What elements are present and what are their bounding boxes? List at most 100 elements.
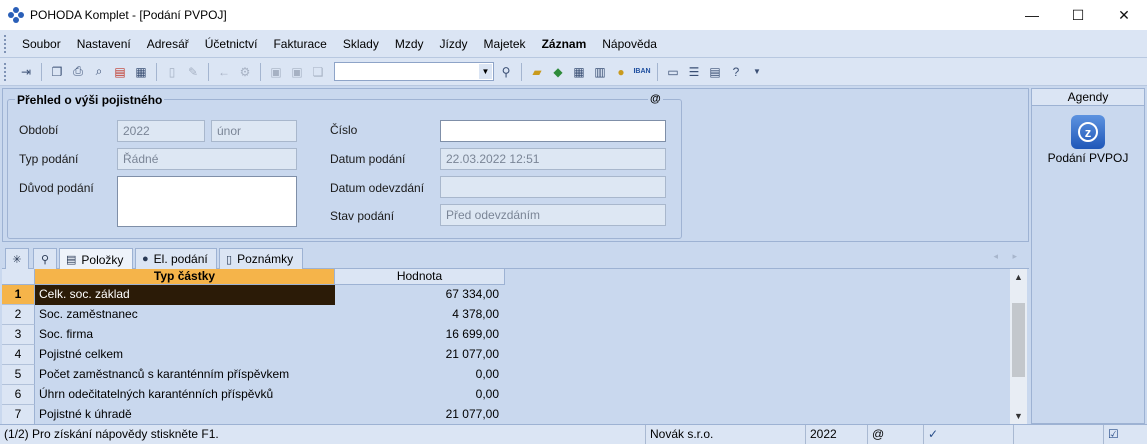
- table-row[interactable]: 2 Soc. zaměstnanec 4 378,00: [2, 305, 1010, 325]
- status-empty: [1013, 425, 1103, 444]
- stav-podani-field[interactable]: Před odevzdáním: [440, 204, 666, 226]
- cislo-label: Číslo: [330, 123, 358, 137]
- money-icon[interactable]: ◆: [549, 63, 567, 81]
- grid-header-rownum[interactable]: [2, 269, 35, 285]
- document-icon[interactable]: ▯: [163, 63, 181, 81]
- table-row[interactable]: 3 Soc. firma 16 699,00: [2, 325, 1010, 345]
- copy-icon[interactable]: ❐: [48, 63, 66, 81]
- grid-vertical-scrollbar[interactable]: ▲ ▼: [1010, 269, 1027, 424]
- folder-icon[interactable]: ▰: [528, 63, 546, 81]
- tabs-bar: ✳ ⚲ ▤ Položky ● El. podání ▯ Poznámky ◂ …: [2, 245, 1029, 270]
- close-button[interactable]: ✕: [1101, 0, 1147, 30]
- calculator-icon[interactable]: ▥: [591, 63, 609, 81]
- export-icon[interactable]: ▦: [132, 63, 150, 81]
- cislo-field[interactable]: [440, 120, 666, 142]
- row-hodnota: 21 077,00: [445, 407, 499, 421]
- menu-adresar[interactable]: Adresář: [139, 37, 197, 51]
- toolbar-separator: [156, 62, 157, 81]
- menu-nastaveni[interactable]: Nastavení: [69, 37, 139, 51]
- chevron-up-icon[interactable]: ▲: [1010, 269, 1027, 285]
- iban-icon[interactable]: IBAN: [633, 63, 651, 81]
- print-icon[interactable]: ⎙: [69, 63, 87, 81]
- menu-jizdy[interactable]: Jízdy: [432, 37, 476, 51]
- tab-el-podani-label: El. podání: [153, 252, 208, 266]
- row-number: 7: [2, 405, 35, 424]
- chevron-down-icon[interactable]: ▼: [479, 64, 492, 79]
- row-number: 4: [2, 345, 35, 365]
- row-number: 5: [2, 365, 35, 385]
- menu-soubor[interactable]: Soubor: [14, 37, 69, 51]
- status-bar: (1/2) Pro získání nápovědy stiskněte F1.…: [0, 424, 1147, 444]
- save-all-icon[interactable]: ▣: [288, 63, 306, 81]
- toolbar: ⇥ ❐ ⎙ ⌕ ▤ ▦ ▯ ✎ ← ⚙ ▣ ▣ ❏ ▼ ⚲ ▰ ◆ ▦ ▥ ● …: [0, 58, 1147, 86]
- tab-polozky[interactable]: ▤ Položky: [59, 248, 133, 270]
- menu-fakturace[interactable]: Fakturace: [265, 37, 334, 51]
- wand-icon[interactable]: ✎: [184, 63, 202, 81]
- datum-podani-field[interactable]: 22.03.2022 12:51: [440, 148, 666, 170]
- filter-icon[interactable]: ⚲: [497, 63, 515, 81]
- pohoda-app-icon: [8, 7, 24, 23]
- minimize-button[interactable]: —: [1009, 0, 1055, 30]
- menu-grip-icon[interactable]: [4, 34, 8, 53]
- back-arrow-icon[interactable]: ←: [215, 63, 233, 81]
- menu-ucetnictvi[interactable]: Účetnictví: [197, 37, 266, 51]
- settings-gear-icon[interactable]: ⚙: [236, 63, 254, 81]
- save-icon[interactable]: ▣: [267, 63, 285, 81]
- row-hodnota: 4 378,00: [452, 307, 499, 321]
- typ-podani-field[interactable]: Řádné: [117, 148, 297, 170]
- row-typ: Soc. zaměstnanec: [39, 307, 138, 321]
- grid-header-hodnota[interactable]: Hodnota: [335, 269, 505, 285]
- obdobi-month-field[interactable]: únor: [211, 120, 297, 142]
- chevron-down-icon[interactable]: ▼: [1010, 408, 1027, 424]
- status-ok-icon[interactable]: ☑: [1103, 425, 1147, 444]
- maximize-button[interactable]: ☐: [1055, 0, 1101, 30]
- menu-napoveda[interactable]: Nápověda: [594, 37, 665, 51]
- table-row[interactable]: 4 Pojistné celkem 21 077,00: [2, 345, 1010, 365]
- grid-header-typ[interactable]: Typ částky: [35, 269, 335, 285]
- exit-icon[interactable]: ⇥: [17, 63, 35, 81]
- pvpoj-agenda-icon[interactable]: z: [1071, 115, 1105, 149]
- grid-icon: ▤: [66, 254, 77, 266]
- list-icon[interactable]: ☰: [685, 63, 703, 81]
- pdf-icon[interactable]: ▤: [111, 63, 129, 81]
- tab-polozky-label: Položky: [81, 252, 124, 267]
- obdobi-year-field[interactable]: 2022: [117, 120, 205, 142]
- duvod-podani-textarea[interactable]: [117, 176, 297, 227]
- toolbar-grip-icon[interactable]: [4, 62, 8, 81]
- table-row[interactable]: 1 Celk. soc. základ 67 334,00: [2, 285, 1010, 305]
- notes-icon[interactable]: ▤: [706, 63, 724, 81]
- tab-new-record[interactable]: ✳: [5, 248, 29, 269]
- table-row[interactable]: 7 Pojistné k úhradě 21 077,00: [2, 405, 1010, 424]
- row-typ: Pojistné k úhradě: [39, 407, 132, 421]
- status-at: @: [867, 425, 923, 444]
- tab-filter[interactable]: ⚲: [33, 248, 57, 269]
- tab-poznamky[interactable]: ▯ Poznámky: [219, 248, 303, 269]
- menu-mzdy[interactable]: Mzdy: [387, 37, 432, 51]
- menu-majetek[interactable]: Majetek: [476, 37, 534, 51]
- status-company: Novák s.r.o.: [645, 425, 805, 444]
- menu-zaznam[interactable]: Záznam: [534, 37, 595, 51]
- row-number: 6: [2, 385, 35, 405]
- menu-sklady[interactable]: Sklady: [335, 37, 387, 51]
- search-combo[interactable]: ▼: [334, 62, 494, 81]
- agenda-item-label[interactable]: Podání PVPOJ: [1032, 151, 1144, 165]
- scrollbar-thumb[interactable]: [1012, 303, 1025, 377]
- form-icon[interactable]: ▭: [664, 63, 682, 81]
- typ-podani-label: Typ podání: [19, 152, 79, 166]
- duplicate-icon[interactable]: ❏: [309, 63, 327, 81]
- toolbar-dropdown-icon[interactable]: ▼: [748, 63, 766, 81]
- duvod-podani-label: Důvod podání: [19, 181, 94, 195]
- print-preview-icon[interactable]: ⌕: [90, 63, 108, 81]
- toolbar-separator: [657, 62, 658, 81]
- tab-el-podani[interactable]: ● El. podání: [135, 248, 217, 269]
- table-row[interactable]: 5 Počet zaměstnanců s karanténním příspě…: [2, 365, 1010, 385]
- table-row[interactable]: 6 Úhrn odečitatelných karanténních přísp…: [2, 385, 1010, 405]
- note-icon: ▯: [226, 253, 233, 266]
- menu-bar: Soubor Nastavení Adresář Účetnictví Fakt…: [0, 30, 1147, 58]
- coins-icon[interactable]: ●: [612, 63, 630, 81]
- tab-scroll-arrows-icon[interactable]: ◂ ▸: [993, 251, 1023, 262]
- datum-odevzdani-field[interactable]: [440, 176, 666, 198]
- row-number: 2: [2, 305, 35, 325]
- calendar-icon[interactable]: ▦: [570, 63, 588, 81]
- help-pointer-icon[interactable]: ?: [727, 63, 745, 81]
